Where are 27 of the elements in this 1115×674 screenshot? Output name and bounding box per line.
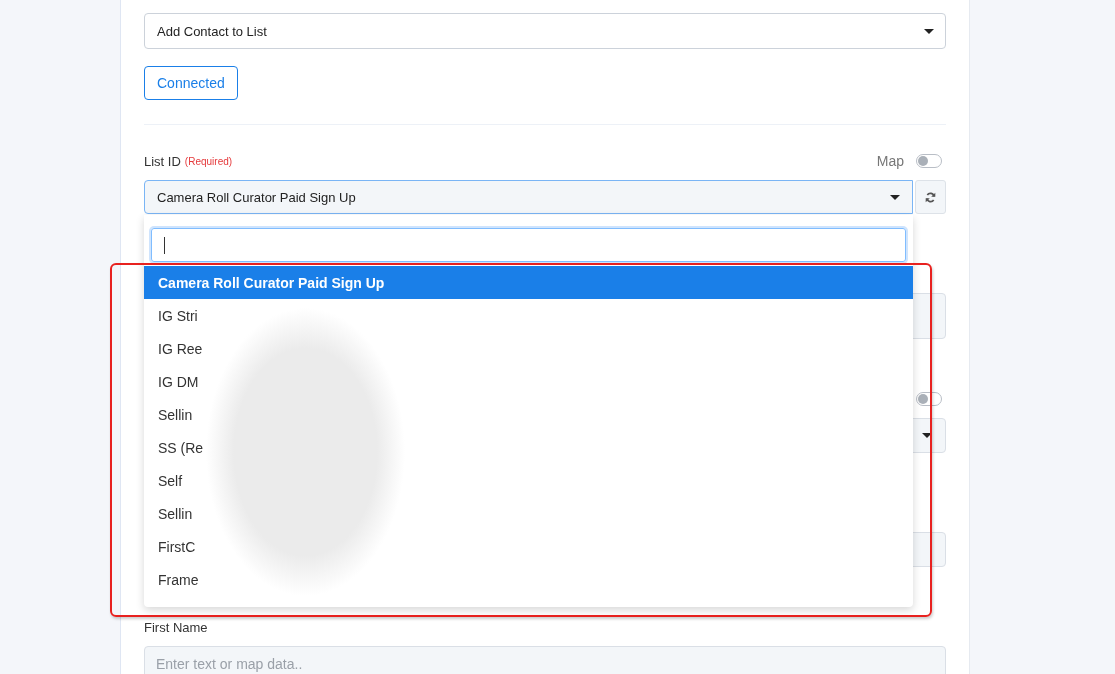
text-cursor xyxy=(164,236,165,254)
caret-icon xyxy=(922,433,932,438)
dropdown-option[interactable]: Self xyxy=(144,464,913,497)
toggle-switch[interactable] xyxy=(916,154,942,168)
connected-button[interactable]: Connected xyxy=(144,66,238,100)
dropdown-option[interactable]: Sellin xyxy=(144,497,913,530)
dropdown-option[interactable]: IG Ree xyxy=(144,332,913,365)
dropdown-option[interactable]: Sellin xyxy=(144,398,913,431)
dropdown-option[interactable]: IG Stri xyxy=(144,299,913,332)
dropdown-option[interactable]: SS (Re xyxy=(144,431,913,464)
toggle-label: Map xyxy=(876,153,904,169)
required-note: (Required) xyxy=(184,155,233,167)
text-input[interactable]: Enter text or map data.. xyxy=(144,646,946,674)
list-select[interactable]: Camera Roll Curator Paid Sign Up xyxy=(144,180,913,214)
caret-icon xyxy=(890,194,900,200)
refresh-icon xyxy=(925,191,936,203)
dropdown-option[interactable]: IG DM xyxy=(144,365,913,398)
action-select[interactable]: Add Contact to List xyxy=(144,13,946,49)
toggle-switch[interactable] xyxy=(916,392,942,406)
field-label: First Name xyxy=(144,619,208,635)
caret-icon xyxy=(924,28,934,34)
search-field[interactable] xyxy=(151,228,906,262)
dropdown-option[interactable]: Frame xyxy=(144,563,913,596)
dropdown-option[interactable]: FirstC xyxy=(144,530,913,563)
refresh-button[interactable] xyxy=(915,180,946,214)
field-label: List ID xyxy=(144,153,181,169)
dropdown-option[interactable]: Camera Roll Curator Paid Sign Up xyxy=(144,266,913,299)
